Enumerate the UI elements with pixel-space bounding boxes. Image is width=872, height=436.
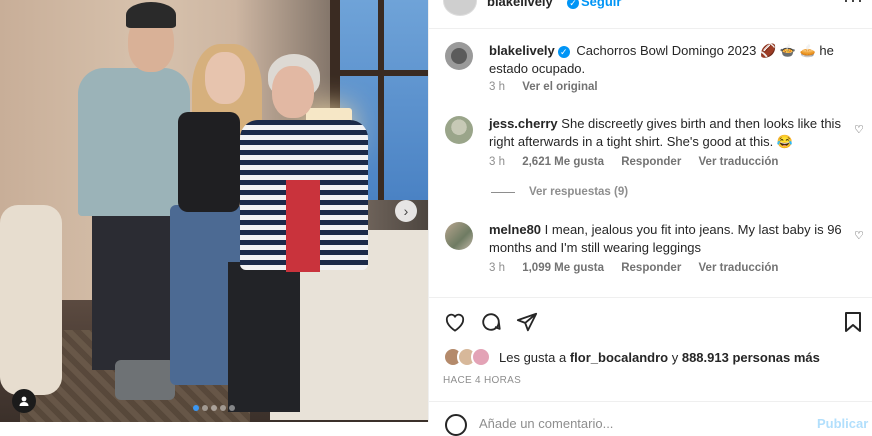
reply-button[interactable]: Responder [621,156,681,168]
likes-others-link[interactable]: 888.913 personas más [682,350,820,365]
person-3-head [272,66,314,118]
photo-chair [0,205,62,395]
save-icon[interactable] [841,310,865,334]
comment-avatar[interactable] [445,222,473,250]
carousel-dot [202,405,208,411]
comment-username[interactable]: melne80 [489,222,541,237]
translate-link[interactable]: Ver traducción [699,156,779,168]
comment-text: I mean, jealous you fit into jeans. My l… [489,222,842,255]
post-photo[interactable]: › [0,0,428,422]
caption-avatar[interactable] [445,42,473,70]
person-2-top [178,112,240,212]
comment-likes[interactable]: 1,099 Me gusta [522,262,604,274]
person-1-legs [92,210,172,370]
carousel-dots [193,405,235,411]
caption-username[interactable]: blakelively [489,43,555,58]
emoji-icon[interactable] [445,414,467,436]
likes-joiner: y [671,349,679,365]
comment-meta: 3 h 2,621 Me gusta Responder Ver traducc… [489,156,792,168]
carousel-dot-active [193,405,199,411]
likes-text: Les gusta a flor_bocalandro y 888.913 pe… [499,350,820,365]
reply-button[interactable]: Responder [621,262,681,274]
comment: melne80 I mean, jealous you fit into jea… [489,221,844,257]
comment-username[interactable]: jess.cherry [489,116,558,131]
author-avatar[interactable] [443,0,477,16]
add-comment-input[interactable]: Añade un comentario... [479,416,613,431]
person-3-legs [228,262,300,412]
view-replies-label: Ver respuestas (9) [529,186,629,198]
verified-icon: ✓ [557,45,570,58]
follow-button[interactable]: Seguir [581,0,621,9]
person-3-red-panel [286,180,320,272]
next-arrow-icon[interactable]: › [395,200,417,222]
comment-avatar[interactable] [445,116,473,144]
comment-time: 3 h [489,262,505,274]
caption: blakelively ✓ Cachorros Bowl Domingo 2023… [489,42,844,78]
liker-avatar [471,347,491,367]
comment-like-heart-icon[interactable]: ♡ [854,229,864,242]
likes-user-link[interactable]: flor_bocalandro [570,350,668,365]
author-username[interactable]: blakelively [487,0,553,9]
heart-icon[interactable] [443,310,467,334]
person-1-shirt [78,68,190,216]
more-options-icon[interactable]: ··· [843,0,864,11]
carousel-dot [220,405,226,411]
comment: jess.cherry She discreetly gives birth a… [489,115,844,151]
comment-meta: 3 h 1,099 Me gusta Responder Ver traducc… [489,262,792,274]
caption-time: 3 h [489,81,505,93]
view-replies-button[interactable]: Ver respuestas (9) [491,186,628,198]
see-original-link[interactable]: Ver el original [522,81,597,93]
publish-button[interactable]: Publicar [817,416,868,431]
caption-meta: 3 h Ver el original [489,81,598,93]
likes-summary: Les gusta a flor_bocalandro y 888.913 pe… [443,347,820,367]
translate-link[interactable]: Ver traducción [699,262,779,274]
share-icon[interactable] [515,310,539,334]
carousel-dot [229,405,235,411]
post-side-panel: blakelively ✓ Seguir ··· blakelively ✓ Ca… [428,0,872,436]
person-2-head [205,52,245,104]
replies-line [491,191,515,193]
comment-likes[interactable]: 2,621 Me gusta [522,156,604,168]
comment-like-heart-icon[interactable]: ♡ [854,123,864,136]
comment-time: 3 h [489,156,505,168]
carousel-dot [211,405,217,411]
post-timestamp: HACE 4 HORAS [443,375,522,386]
person-1-beanie [126,2,176,28]
user-tag-icon[interactable] [12,389,36,413]
section-divider [429,297,872,298]
action-bar [443,310,863,336]
person-1-shoes [115,360,175,400]
likes-prefix: Les gusta a [499,349,567,365]
post-header: blakelively ✓ Seguir ··· [429,0,872,29]
section-divider [429,401,872,402]
verified-icon: ✓ [564,0,582,12]
comment-icon[interactable] [479,310,503,334]
